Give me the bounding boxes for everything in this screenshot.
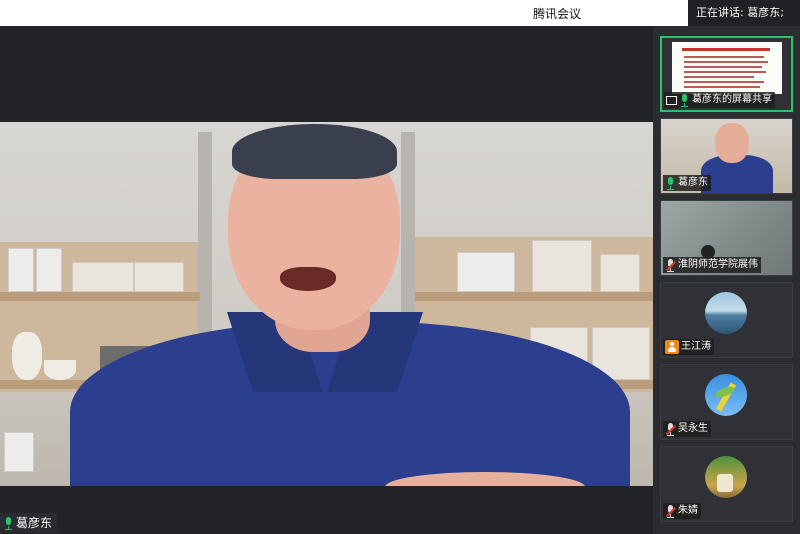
vase bbox=[12, 332, 42, 380]
main-speaker-tag: 葛彦东 bbox=[0, 513, 58, 533]
avatar bbox=[705, 374, 747, 416]
storage-box bbox=[36, 248, 62, 292]
tile-label: 王江涛 bbox=[663, 339, 714, 355]
shelf-board bbox=[415, 292, 653, 301]
main-speaker-name: 葛彦东 bbox=[16, 516, 53, 530]
participant-name: 王江涛 bbox=[681, 341, 711, 352]
book-stack bbox=[72, 262, 134, 292]
speaker-hair bbox=[232, 124, 397, 179]
speaker-mouth bbox=[280, 267, 336, 291]
tile-label: 葛彦东的屏幕共享 bbox=[664, 92, 775, 108]
screen-share-icon bbox=[666, 95, 677, 105]
mic-on-icon bbox=[665, 176, 676, 190]
mic-on-icon bbox=[679, 93, 690, 107]
book-stack bbox=[134, 262, 184, 292]
bowl bbox=[44, 360, 76, 380]
tile-participant[interactable]: 王江涛 bbox=[660, 282, 793, 358]
participant-name: 葛彦东 bbox=[678, 177, 708, 188]
user-icon bbox=[665, 340, 679, 354]
tile-participant[interactable]: 淮阴师范学院展伟 bbox=[660, 200, 793, 276]
storage-box bbox=[8, 248, 34, 292]
avatar bbox=[705, 456, 747, 498]
main-video-area[interactable]: 葛彦东 bbox=[0, 26, 653, 534]
mic-muted-icon bbox=[665, 258, 676, 272]
main-video[interactable] bbox=[0, 122, 653, 486]
participant-name: 朱婧 bbox=[678, 505, 698, 516]
tile-label: 淮阴师范学院展伟 bbox=[663, 257, 761, 273]
storage-box bbox=[4, 432, 34, 472]
participant-name: 吴永生 bbox=[678, 423, 708, 434]
tile-participant[interactable]: 朱婧 bbox=[660, 446, 793, 522]
participant-name: 淮阴师范学院展伟 bbox=[678, 259, 758, 270]
tile-label: 朱婧 bbox=[663, 503, 701, 519]
avatar bbox=[705, 292, 747, 334]
participant-face bbox=[715, 123, 749, 163]
book-stack bbox=[600, 254, 640, 292]
title-bar: 腾讯会议 正在讲话: 葛彦东; bbox=[0, 0, 800, 26]
participant-sidebar[interactable]: 葛彦东的屏幕共享 葛彦东 淮阴师范学院展伟 王江涛 吴永生 朱婧 bbox=[653, 26, 800, 534]
tile-label: 吴永生 bbox=[663, 421, 711, 437]
mic-muted-icon bbox=[665, 422, 676, 436]
speaking-name: 葛彦东; bbox=[747, 6, 784, 19]
tile-label: 葛彦东 bbox=[663, 175, 711, 191]
book-row bbox=[532, 240, 592, 292]
speaking-indicator: 正在讲话: 葛彦东; bbox=[688, 0, 800, 26]
storage-box bbox=[457, 252, 515, 292]
shelf-board bbox=[0, 292, 200, 301]
shared-document-thumbnail bbox=[672, 42, 782, 94]
app-title: 腾讯会议 bbox=[533, 7, 582, 21]
mic-on-icon bbox=[3, 516, 14, 530]
speaking-prefix: 正在讲话: bbox=[696, 6, 744, 19]
tile-screen-share[interactable]: 葛彦东的屏幕共享 bbox=[660, 36, 793, 112]
tile-participant[interactable]: 葛彦东 bbox=[660, 118, 793, 194]
mic-muted-icon bbox=[665, 504, 676, 518]
tile-participant[interactable]: 吴永生 bbox=[660, 364, 793, 440]
participant-name: 葛彦东的屏幕共享 bbox=[692, 94, 772, 105]
